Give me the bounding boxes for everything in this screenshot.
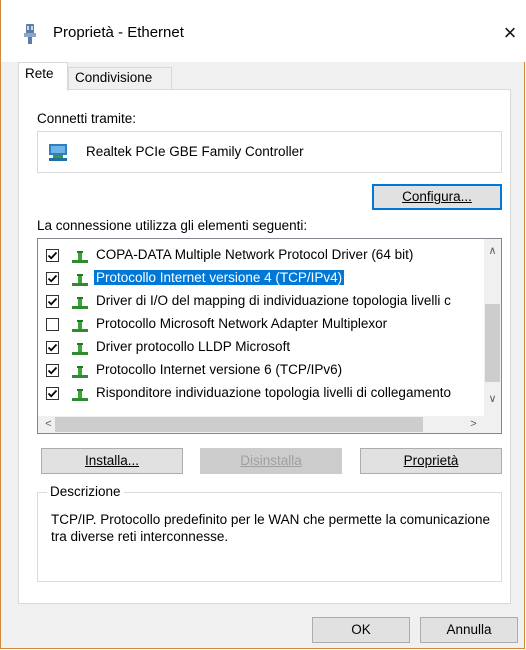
list-item-label: Driver protocollo LLDP Microsoft bbox=[96, 339, 291, 354]
items-label: La connessione utilizza gli elementi seg… bbox=[37, 218, 308, 233]
description-title: Descrizione bbox=[47, 484, 124, 499]
tab-strip: Rete Condivisione bbox=[18, 62, 518, 91]
list-item-label: Risponditore individuazione topologia li… bbox=[96, 385, 451, 400]
properties-button[interactable]: Proprietà bbox=[360, 448, 502, 474]
network-component-icon bbox=[72, 366, 88, 378]
vertical-scroll-thumb[interactable] bbox=[485, 304, 500, 382]
network-adapter-icon bbox=[49, 144, 67, 161]
network-component-icon bbox=[72, 251, 88, 263]
list-item[interactable]: Protocollo Internet versione 6 (TCP/IPv6… bbox=[38, 360, 484, 382]
description-text: TCP/IP. Protocollo predefinito per le WA… bbox=[51, 512, 490, 544]
title-bar: Proprietà - Ethernet × bbox=[1, 0, 526, 62]
list-item[interactable]: Driver di I/O del mapping di individuazi… bbox=[38, 291, 484, 313]
properties-button-label: Proprietà bbox=[403, 453, 459, 468]
checkbox-checked[interactable] bbox=[46, 272, 59, 285]
uninstall-button[interactable]: Disinstalla bbox=[200, 448, 342, 474]
network-component-icon bbox=[72, 343, 88, 355]
connect-via-label: Connetti tramite: bbox=[37, 111, 137, 126]
list-item[interactable]: Driver protocollo LLDP Microsoft bbox=[38, 337, 484, 359]
checkbox-unchecked[interactable] bbox=[46, 318, 59, 331]
configure-button[interactable]: Configura... bbox=[372, 184, 502, 210]
network-component-icon bbox=[72, 274, 88, 286]
checkmark-icon bbox=[47, 366, 58, 375]
checkmark-icon bbox=[47, 251, 58, 260]
list-item-label: Protocollo Internet versione 4 (TCP/IPv4… bbox=[94, 270, 345, 285]
cancel-button[interactable]: Annulla bbox=[420, 617, 518, 643]
list-item-label: Driver di I/O del mapping di individuazi… bbox=[96, 293, 451, 308]
checkmark-icon bbox=[47, 297, 58, 306]
checkmark-icon bbox=[47, 343, 58, 352]
list-item-label: COPA-DATA Multiple Network Protocol Driv… bbox=[96, 247, 414, 262]
tab-rete[interactable]: Rete bbox=[18, 62, 68, 91]
scroll-down-arrow-icon[interactable]: ∨ bbox=[484, 391, 501, 408]
list-item[interactable]: Protocollo Microsoft Network Adapter Mul… bbox=[38, 314, 484, 336]
tab-condivisione[interactable]: Condivisione bbox=[68, 67, 172, 89]
checkbox-checked[interactable] bbox=[46, 249, 59, 262]
ethernet-plug-icon bbox=[24, 24, 36, 44]
list-item-label: Protocollo Microsoft Network Adapter Mul… bbox=[96, 316, 388, 331]
close-button[interactable]: × bbox=[495, 18, 525, 48]
ok-button[interactable]: OK bbox=[312, 617, 410, 643]
adapter-box: Realtek PCIe GBE Family Controller bbox=[37, 131, 502, 173]
install-button[interactable]: Installa... bbox=[41, 448, 183, 474]
checkbox-checked[interactable] bbox=[46, 387, 59, 400]
list-item[interactable]: Protocollo Internet versione 4 (TCP/IPv4… bbox=[38, 268, 484, 290]
properties-dialog: Proprietà - Ethernet × Rete Condivisione… bbox=[0, 0, 526, 649]
checkmark-icon bbox=[47, 274, 58, 283]
scroll-up-arrow-icon[interactable]: ∧ bbox=[484, 243, 501, 260]
list-item[interactable]: COPA-DATA Multiple Network Protocol Driv… bbox=[38, 245, 484, 267]
checkmark-icon bbox=[47, 389, 58, 398]
configure-button-label: Configura... bbox=[402, 189, 472, 204]
list-item-label: Protocollo Internet versione 6 (TCP/IPv6… bbox=[96, 362, 343, 377]
adapter-name: Realtek PCIe GBE Family Controller bbox=[86, 144, 304, 159]
window-title: Proprietà - Ethernet bbox=[53, 24, 184, 41]
network-component-icon bbox=[72, 389, 88, 401]
network-component-icon bbox=[72, 320, 88, 332]
checkbox-checked[interactable] bbox=[46, 364, 59, 377]
list-item[interactable]: Risponditore individuazione topologia li… bbox=[38, 383, 484, 405]
checkbox-checked[interactable] bbox=[46, 341, 59, 354]
horizontal-scrollbar[interactable]: < > bbox=[38, 416, 484, 433]
scroll-right-arrow-icon[interactable]: > bbox=[465, 416, 482, 433]
scroll-corner bbox=[484, 416, 501, 433]
vertical-scrollbar[interactable]: ∧ ∨ bbox=[484, 239, 501, 416]
network-component-icon bbox=[72, 297, 88, 309]
horizontal-scroll-thumb[interactable] bbox=[55, 417, 423, 432]
components-list[interactable]: COPA-DATA Multiple Network Protocol Driv… bbox=[37, 238, 502, 434]
uninstall-button-label: Disinstalla bbox=[240, 453, 302, 468]
checkbox-checked[interactable] bbox=[46, 295, 59, 308]
install-button-label: Installa... bbox=[84, 453, 140, 468]
